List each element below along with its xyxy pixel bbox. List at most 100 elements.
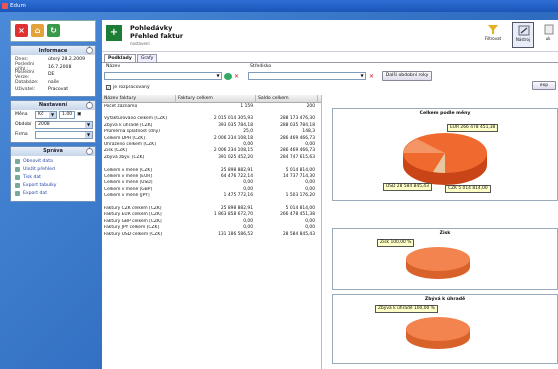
chevron-down-icon: ▼ bbox=[85, 131, 92, 138]
table-cell: 25 898 882,91 bbox=[220, 167, 253, 173]
table-row[interactable]: Celkem DPH [CZK] 2 006 234 108,18 286 469 … bbox=[102, 135, 321, 141]
clear-icon[interactable]: ✕ bbox=[233, 73, 240, 80]
table-row[interactable]: Zbývá k úhradě [CZK] 393 035 784,18 288 03… bbox=[102, 122, 321, 128]
close-icon[interactable]: × bbox=[15, 24, 28, 37]
table-row[interactable]: Zbývá zbýv. [CZK] 391 025 452,20 284 747 6… bbox=[102, 154, 321, 160]
table-row[interactable]: Faktury GBP celkem [CZK] 0,00 0,00 bbox=[102, 218, 321, 224]
tab-grafy[interactable]: Grafy bbox=[136, 54, 158, 62]
tool-button[interactable]: Nástroj bbox=[512, 22, 534, 48]
table-cell: Zbývá k úhradě [CZK] bbox=[104, 122, 153, 128]
table-cell: 0,00 bbox=[305, 142, 315, 148]
chevron-down-icon: ▼ bbox=[49, 111, 56, 118]
table-cell: 0,00 bbox=[243, 142, 253, 148]
table-row[interactable]: Průměrná splatnost (dny) 25,0 148,3 bbox=[102, 129, 321, 135]
table-row[interactable]: Faktury CZK celkem [CZK] 25 898 882,91 5 0… bbox=[102, 205, 321, 211]
print-icon bbox=[15, 175, 20, 180]
table-cell: 288 035 784,18 bbox=[280, 122, 315, 128]
app-icon bbox=[2, 3, 8, 9]
table-row[interactable]: Uhrazeno celkem [CZK] 0,00 0,00 bbox=[102, 141, 321, 147]
chart-title: Zbývá k úhradě bbox=[424, 297, 466, 302]
tool-item[interactable]: Obnovit data bbox=[11, 158, 95, 166]
name-filter-select[interactable]: ▼ bbox=[104, 72, 222, 80]
column-header[interactable]: Saldo celkem bbox=[256, 94, 318, 103]
table-row[interactable]: Celkem v měně [JPY] 1 475 772,16 1 503 176… bbox=[102, 192, 321, 198]
info-row: Databáze: naše bbox=[15, 79, 59, 85]
table-row[interactable]: Počet záznamů 1 159 200 bbox=[102, 103, 321, 109]
tab-bar: Podklady Grafy bbox=[102, 54, 158, 62]
tool-item[interactable]: Export tabulky bbox=[11, 182, 95, 190]
document-icon bbox=[544, 24, 554, 35]
period-label: Období bbox=[15, 122, 32, 127]
table-cell: 148,3 bbox=[302, 129, 315, 135]
settings-button[interactable]: uk bbox=[538, 22, 558, 48]
tool-item[interactable]: Uložit přehled bbox=[11, 166, 95, 174]
collapse-icon[interactable]: ˆ bbox=[86, 101, 93, 109]
apply-filter-button[interactable]: Další obdobní roky bbox=[382, 71, 432, 81]
filter-button[interactable]: Filtrovat bbox=[482, 22, 504, 48]
title-bar: Edum bbox=[0, 0, 558, 12]
table-cell: Počet záznamů bbox=[104, 103, 138, 109]
table-cell: 286 469 466,73 bbox=[280, 135, 315, 141]
table-cell: 25 898 882,91 bbox=[220, 205, 253, 211]
table-cell: 1 159 bbox=[240, 103, 253, 109]
tools-box: Správa ˆ Obnovit data Uložit přehled Tis… bbox=[10, 145, 96, 202]
table-row[interactable]: Celkem v měně [EUR] 64 476 722,14 14 737 7… bbox=[102, 173, 321, 179]
page-subtitle: Přehled faktur bbox=[130, 32, 184, 40]
info-row: Uživatel: Pracovat bbox=[15, 87, 69, 93]
table-cell: 0,00 bbox=[243, 225, 253, 231]
tool-item[interactable]: Tisk dat bbox=[11, 174, 95, 182]
table-cell: Celkem v měně [GBP] bbox=[104, 186, 153, 192]
refresh-icon[interactable]: ↻ bbox=[47, 24, 60, 37]
summary-table: Název faktury Faktury celkem Saldo celke… bbox=[102, 94, 322, 369]
table-cell: 25,0 bbox=[243, 129, 253, 135]
table-cell: 5 014 814,00 bbox=[285, 167, 315, 173]
tab-podklady[interactable]: Podklady bbox=[104, 54, 136, 62]
table-cell: 28 584 845,43 bbox=[282, 231, 315, 237]
home-icon[interactable]: ⌂ bbox=[31, 24, 44, 37]
chevron-down-icon: ▼ bbox=[85, 121, 92, 128]
table-row[interactable]: Faktury EUR celkem [CZK] 1 863 858 672,70… bbox=[102, 212, 321, 218]
rate-field[interactable]: 1.00 bbox=[59, 110, 75, 119]
chevron-down-icon: ▼ bbox=[360, 73, 364, 78]
center-filter-select[interactable]: ▼ bbox=[248, 72, 366, 80]
slice-tag-czk: CZK 5 014 814,00 bbox=[445, 185, 491, 193]
table-cell: 14 737 714,30 bbox=[282, 173, 315, 179]
lock-icon[interactable]: ▣ bbox=[77, 112, 81, 117]
pie-slice-profit bbox=[406, 247, 470, 271]
column-header[interactable]: Název faktury bbox=[102, 94, 176, 103]
chart-panel-remaining: Zbývá k úhradě Zbývá k úhradě 100,00 % bbox=[332, 294, 558, 364]
main-window: + Pohledávky Přehled faktur nastavení Fi… bbox=[102, 20, 558, 369]
clear-icon[interactable]: ✕ bbox=[368, 73, 375, 80]
table-cell: 1 475 772,16 bbox=[223, 193, 253, 199]
period-select[interactable]: 2008 ▼ bbox=[35, 120, 93, 129]
table-cell: Faktury USD celkem [CZK] bbox=[104, 231, 162, 237]
center-filter-label: Středisko bbox=[250, 64, 272, 69]
checkbox-icon[interactable]: ✓ bbox=[106, 85, 111, 90]
in-progress-checkbox[interactable]: ✓ je rozpracovaný bbox=[106, 85, 150, 90]
table-cell: Zbývá zbýv. [CZK] bbox=[104, 154, 145, 160]
export-button[interactable]: exp bbox=[532, 81, 556, 90]
export-data-icon bbox=[15, 191, 20, 196]
table-row[interactable]: Celkem v měně [USD] 0,00 0,00 bbox=[102, 180, 321, 186]
column-header[interactable]: Faktury celkem bbox=[176, 94, 256, 103]
table-row[interactable]: Faktury JPY celkem [CZK] 0,00 0,00 bbox=[102, 224, 321, 230]
table-row[interactable]: Zisk [CZK] 2 006 234 108,15 286 469 466,73 bbox=[102, 148, 321, 154]
table-row[interactable]: Vyfakturováno celkem [CZK] 2 015 014 305,… bbox=[102, 116, 321, 122]
collapse-icon[interactable]: ˆ bbox=[86, 47, 93, 54]
collapse-icon[interactable]: ˆ bbox=[86, 147, 93, 155]
invoice-add-icon: + bbox=[106, 25, 122, 41]
slice-tag-eur: EUR 266 478 451,38 bbox=[447, 124, 499, 132]
quick-actions: × ⌂ ↻ bbox=[10, 20, 96, 42]
table-row[interactable]: Celkem v měně [GBP] 0,00 0,00 bbox=[102, 186, 321, 192]
company-select[interactable]: ▼ bbox=[35, 130, 93, 139]
chart-panel-profit: Zisk Zisk 100,00 % bbox=[332, 228, 558, 290]
wrench-icon bbox=[518, 25, 530, 36]
table-cell: Celkem v měně [EUR] bbox=[104, 173, 153, 179]
table-cell: 286 469 466,73 bbox=[280, 148, 315, 154]
search-icon[interactable] bbox=[224, 73, 232, 80]
currency-select[interactable]: Kč ▼ bbox=[35, 110, 57, 119]
tool-item[interactable]: Export dat bbox=[11, 190, 95, 198]
table-row[interactable]: Celkem v měně [CZK] 25 898 882,91 5 014 81… bbox=[102, 167, 321, 173]
table-row[interactable]: Faktury USD celkem [CZK] 131 186 586,52 28… bbox=[102, 231, 321, 237]
table-cell: 0,00 bbox=[305, 218, 315, 224]
